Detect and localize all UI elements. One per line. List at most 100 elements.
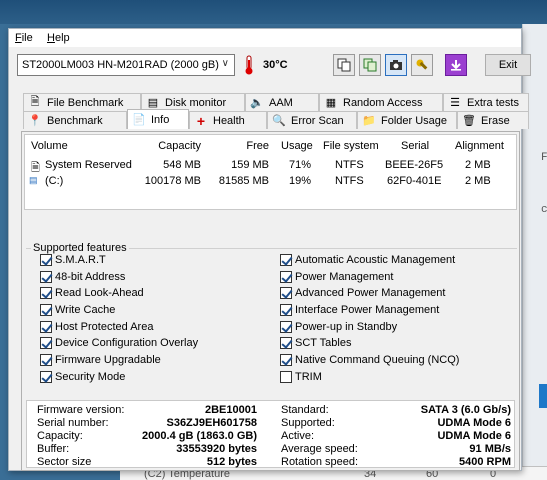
checkbox[interactable] <box>40 371 52 383</box>
col-header[interactable]: Alignment <box>455 140 504 152</box>
average-speed-value: 91 MB/s <box>469 443 511 455</box>
menu-help[interactable]: Help <box>47 32 70 44</box>
tab-extra-tests[interactable]: ☰ Extra tests <box>443 93 529 111</box>
col-header[interactable]: File system <box>323 140 379 152</box>
camera-icon <box>390 60 402 70</box>
checkbox[interactable] <box>280 354 292 366</box>
trash-icon: 🗑 <box>462 115 476 127</box>
copy-all-button[interactable] <box>359 54 381 76</box>
detail-label: Supported: <box>281 417 335 429</box>
checkbox[interactable] <box>280 287 292 299</box>
menu-file[interactable]: File <box>15 32 33 44</box>
checkbox[interactable] <box>40 254 52 266</box>
supported-features-group: Supported features S.M.A.R.T 48-bit Addr… <box>26 242 517 390</box>
feature-firmware-upgradable[interactable]: Firmware Upgradable <box>40 353 161 367</box>
checkbox[interactable] <box>40 271 52 283</box>
col-header[interactable]: Usage <box>281 140 313 152</box>
pin-icon: 📍 <box>28 115 42 127</box>
drive-icon: ▤ <box>29 175 38 185</box>
chevron-down-icon: ∨ <box>221 58 229 69</box>
health-cross-icon: + <box>196 112 206 129</box>
list-icon: ☰ <box>450 97 460 109</box>
download-icon <box>451 60 461 71</box>
exit-button[interactable]: Exit <box>485 54 531 76</box>
checkbox[interactable] <box>280 371 292 383</box>
feature-write-cache[interactable]: Write Cache <box>40 303 115 317</box>
firmware-version-value: 2BE10001 <box>205 404 257 416</box>
feature-trim[interactable]: TRIM <box>280 370 322 384</box>
tab-health[interactable]: + Health <box>189 111 267 129</box>
options-button[interactable] <box>411 54 433 76</box>
drive-select[interactable]: ST2000LM003 HN-M201RAD (2000 gB) ∨ <box>17 54 235 76</box>
feature-read-look-ahead[interactable]: Read Look-Ahead <box>40 286 144 300</box>
feature-aam[interactable]: Automatic Acoustic Management <box>280 253 455 267</box>
col-header[interactable]: Serial <box>401 140 429 152</box>
info-panel: Volume Capacity Free Usage File system S… <box>21 131 520 471</box>
feature-ncq[interactable]: Native Command Queuing (NCQ) <box>280 353 459 367</box>
desktop-title-area <box>0 0 547 24</box>
feature-48bit-address[interactable]: 48-bit Address <box>40 270 125 284</box>
magnifier-icon: 🔍 <box>272 115 286 127</box>
checkbox[interactable] <box>40 337 52 349</box>
temperature-readout: 30°C <box>263 59 288 71</box>
detail-label: Active: <box>281 430 315 442</box>
sector-size-value: 512 bytes <box>206 456 257 468</box>
toolbar: ST2000LM003 HN-M201RAD (2000 gB) ∨ 30°C … <box>9 49 531 79</box>
tab-error-scan[interactable]: 🔍 Error Scan <box>267 111 357 129</box>
copy-text-button[interactable] <box>333 54 355 76</box>
checkbox[interactable] <box>40 321 52 333</box>
chart-icon: ▤ <box>147 97 159 109</box>
feature-interface-power-management[interactable]: Interface Power Management <box>280 303 439 317</box>
detail-label: Standard: <box>281 404 329 416</box>
detail-label: Capacity: <box>37 430 83 442</box>
feature-host-protected-area[interactable]: Host Protected Area <box>40 320 153 334</box>
checkbox[interactable] <box>40 354 52 366</box>
checkbox[interactable] <box>280 321 292 333</box>
detail-label: Serial number: <box>37 417 109 429</box>
detail-label: Firmware version: <box>37 404 125 416</box>
tab-file-benchmark[interactable]: 🗎 File Benchmark <box>23 93 141 111</box>
folder-icon: 📁 <box>362 115 376 127</box>
hdtune-window: File Help ST2000LM003 HN-M201RAD (2000 g… <box>8 28 531 471</box>
tab-benchmark[interactable]: 📍 Benchmark <box>23 111 127 129</box>
feature-advanced-power-management[interactable]: Advanced Power Management <box>280 286 445 300</box>
feature-power-management[interactable]: Power Management <box>280 270 393 284</box>
tab-folder-usage[interactable]: 📁 Folder Usage <box>357 111 457 129</box>
info-icon: 📄 <box>132 114 146 126</box>
thermometer-icon <box>245 55 253 75</box>
checkbox[interactable] <box>280 304 292 316</box>
feature-device-configuration-overlay[interactable]: Device Configuration Overlay <box>40 336 198 350</box>
file-icon: 🗎 <box>30 96 40 108</box>
rotation-speed-value: 5400 RPM <box>459 456 511 468</box>
tab-info[interactable]: 📄 Info <box>127 109 189 129</box>
grid-icon: ▦ <box>325 97 337 109</box>
tab-erase[interactable]: 🗑 Erase <box>457 111 529 129</box>
checkbox[interactable] <box>40 304 52 316</box>
checkbox[interactable] <box>280 254 292 266</box>
detail-label: Average speed: <box>281 443 358 455</box>
col-header[interactable]: Free <box>223 140 269 152</box>
serial-number-value: S36ZJ9EH601758 <box>166 417 257 429</box>
checkbox[interactable] <box>40 287 52 299</box>
capacity-value: 2000.4 gB (1863.0 GB) <box>142 430 257 442</box>
buffer-value: 33553920 bytes <box>176 443 257 455</box>
supported-mode-value: UDMA Mode 6 <box>437 417 511 429</box>
feature-sct-tables[interactable]: SCT Tables <box>280 336 351 350</box>
menu-bar: File Help <box>9 29 521 47</box>
save-button[interactable] <box>445 54 467 76</box>
feature-smart[interactable]: S.M.A.R.T <box>40 253 106 267</box>
checkbox[interactable] <box>280 271 292 283</box>
feature-security-mode[interactable]: Security Mode <box>40 370 125 384</box>
col-header[interactable]: Volume <box>31 140 68 152</box>
screenshot-button[interactable] <box>385 54 407 76</box>
copy-green-icon <box>363 58 377 72</box>
detail-label: Rotation speed: <box>281 456 359 468</box>
standard-value: SATA 3 (6.0 Gb/s) <box>420 404 511 416</box>
detail-label: Buffer: <box>37 443 70 455</box>
active-mode-value: UDMA Mode 6 <box>437 430 511 442</box>
tab-random-access[interactable]: ▦ Random Access <box>319 93 443 111</box>
tab-aam[interactable]: 🔈 AAM <box>245 93 319 111</box>
col-header[interactable]: Capacity <box>145 140 201 152</box>
feature-power-up-in-standby[interactable]: Power-up in Standby <box>280 320 397 334</box>
checkbox[interactable] <box>280 337 292 349</box>
